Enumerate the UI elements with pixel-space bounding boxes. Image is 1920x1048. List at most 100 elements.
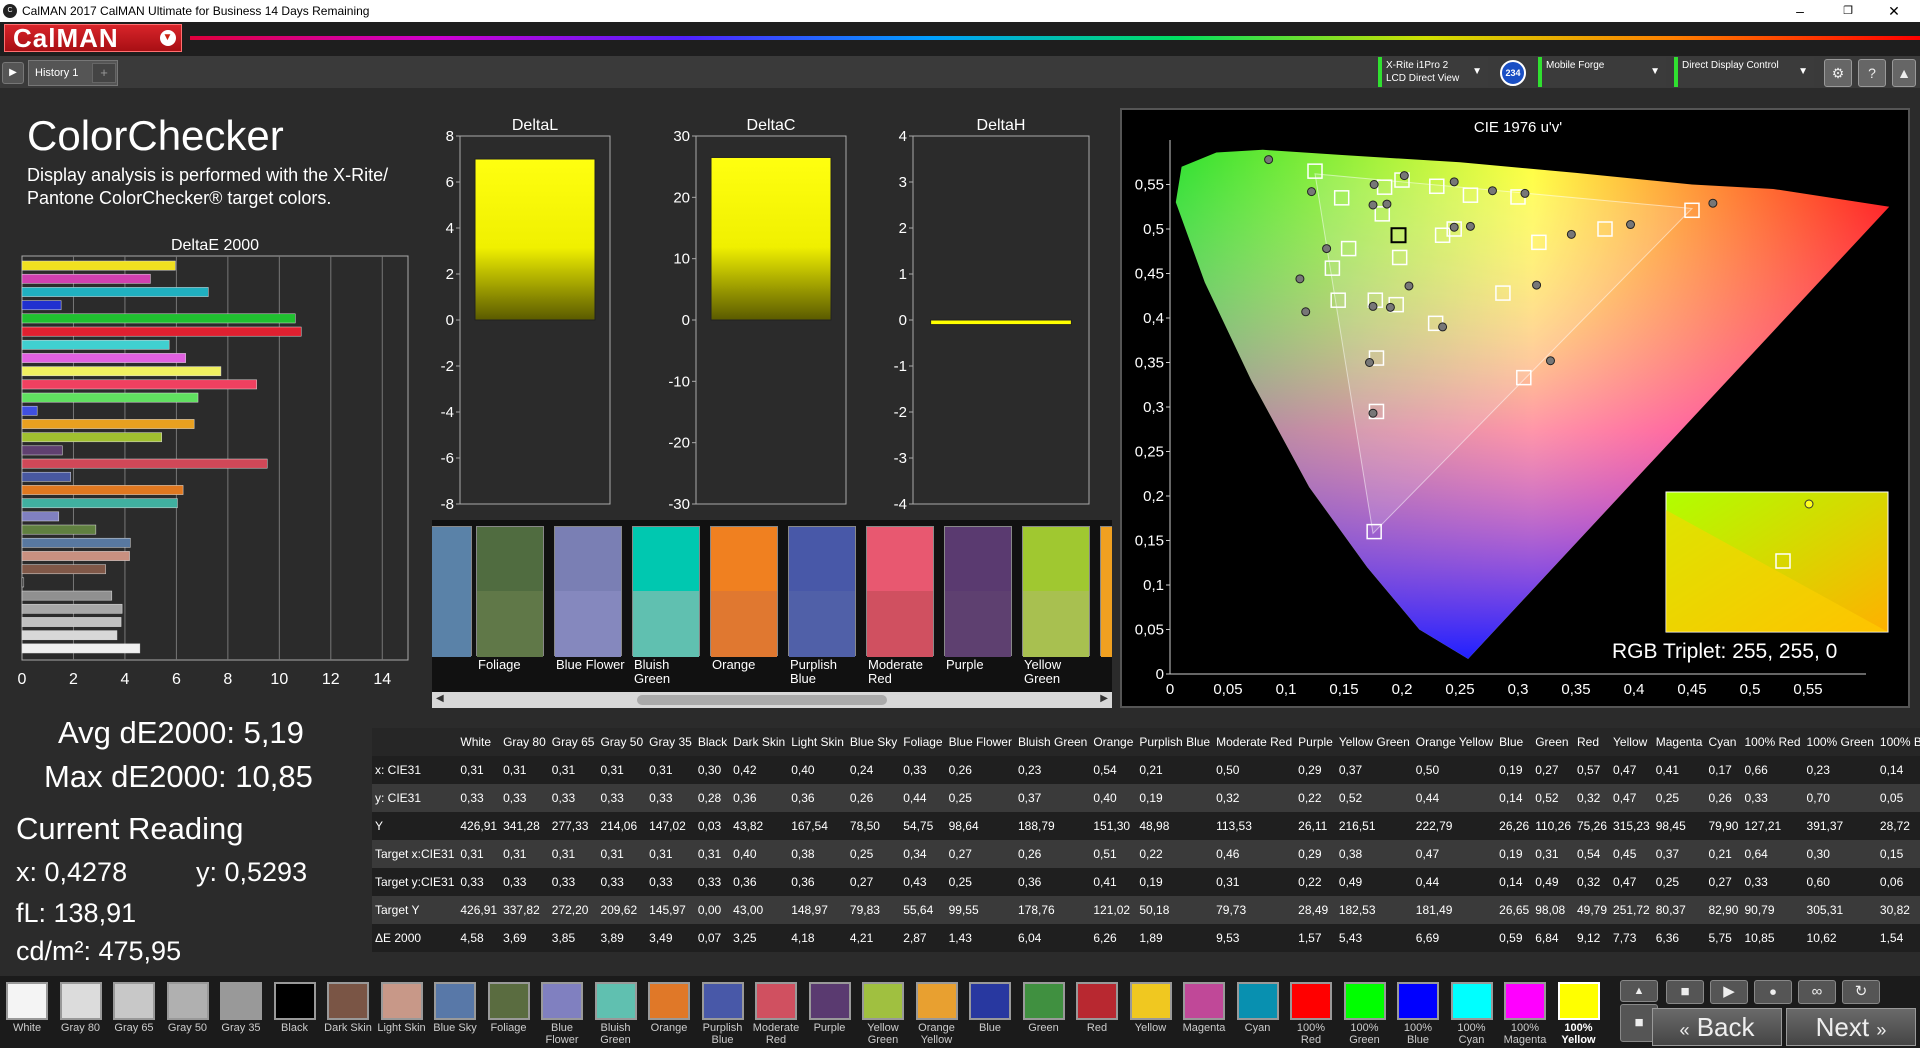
- column-header[interactable]: Cyan: [1705, 728, 1742, 756]
- patch-chip[interactable]: Cyan: [1233, 980, 1283, 1046]
- column-header[interactable]: Orange: [1090, 728, 1137, 756]
- table-cell: 0,26: [1705, 784, 1742, 812]
- patch-chip[interactable]: White: [2, 980, 52, 1046]
- table-cell: 0,52: [1532, 784, 1574, 812]
- table-cell: 0,38: [788, 840, 847, 868]
- play-icon[interactable]: ▶: [1710, 980, 1748, 1004]
- patch-chip[interactable]: Gray 80: [56, 980, 106, 1046]
- loop-icon[interactable]: ∞: [1798, 980, 1836, 1004]
- record-icon[interactable]: ⏺: [1754, 980, 1792, 1004]
- column-header[interactable]: 100% Blue: [1876, 728, 1920, 756]
- patch-chip[interactable]: Magenta: [1179, 980, 1229, 1046]
- column-header[interactable]: Green: [1532, 728, 1574, 756]
- back-button[interactable]: « Back: [1652, 1008, 1782, 1046]
- column-header[interactable]: Dark Skin: [730, 728, 789, 756]
- column-header[interactable]: Purplish Blue: [1136, 728, 1214, 756]
- patch-chip[interactable]: Yellow: [1126, 980, 1176, 1046]
- table-cell: 0,30: [1803, 840, 1877, 868]
- patch-chip[interactable]: Gray 35: [216, 980, 266, 1046]
- column-header[interactable]: Black: [694, 728, 731, 756]
- column-header[interactable]: Yellow Green: [1335, 728, 1413, 756]
- patch-chip[interactable]: Orange Yellow: [912, 980, 962, 1046]
- patch-chip[interactable]: Green: [1019, 980, 1069, 1046]
- table-cell: 3,89: [597, 924, 647, 952]
- delta-tick-label: 1: [899, 266, 907, 283]
- table-row: ΔE 2000 4,58 3,69 3,85 3,89 3,49 0,07 3,25 4,18 4…: [372, 924, 1920, 952]
- table-cell: 272,20: [548, 896, 598, 924]
- patch-chip[interactable]: Black: [270, 980, 320, 1046]
- swatch-scrollbar[interactable]: ◀ ▶: [432, 692, 1112, 708]
- table-cell: 0,33: [457, 784, 501, 812]
- column-header[interactable]: Bluish Green: [1014, 728, 1091, 756]
- patch-chip[interactable]: Blue Flower: [537, 980, 587, 1046]
- column-header[interactable]: 100% Red: [1741, 728, 1804, 756]
- patch-chip[interactable]: 100% Green: [1340, 980, 1390, 1046]
- table-cell: 0,22: [1295, 868, 1336, 896]
- column-header[interactable]: 100% Green: [1803, 728, 1877, 756]
- table-cell: 0,32: [1574, 784, 1611, 812]
- patch-chip[interactable]: Dark Skin: [323, 980, 373, 1046]
- column-header[interactable]: Gray 65: [548, 728, 598, 756]
- column-header[interactable]: Gray 50: [597, 728, 647, 756]
- column-header[interactable]: Blue: [1496, 728, 1533, 756]
- table-cell: 0,15: [1876, 840, 1920, 868]
- column-header[interactable]: Light Skin: [788, 728, 847, 756]
- patch-chip[interactable]: Red: [1072, 980, 1122, 1046]
- deltae-bar: [21, 603, 123, 614]
- table-body: x: CIE31 0,31 0,31 0,31 0,31 0,31 0,30 0,42 0,40…: [372, 756, 1920, 952]
- table-cell: 147,02: [646, 812, 695, 840]
- column-header[interactable]: [372, 728, 458, 756]
- column-header[interactable]: Gray 80: [500, 728, 549, 756]
- column-header[interactable]: Red: [1574, 728, 1611, 756]
- table-cell: 145,97: [646, 896, 695, 924]
- column-header[interactable]: Gray 35: [646, 728, 695, 756]
- patch-chip[interactable]: Foliage: [484, 980, 534, 1046]
- table-row: Target Y 426,91 337,82 272,20 209,62 145,97 0,…: [372, 896, 1920, 924]
- stop-icon[interactable]: ■: [1666, 980, 1704, 1004]
- patch-chip[interactable]: Blue: [965, 980, 1015, 1046]
- patch-chip[interactable]: Blue Sky: [430, 980, 480, 1046]
- patch-chip[interactable]: Light Skin: [377, 980, 427, 1046]
- patch-chip[interactable]: 100% Cyan: [1447, 980, 1497, 1046]
- column-header[interactable]: Purple: [1295, 728, 1336, 756]
- refresh-icon[interactable]: ↻: [1842, 980, 1880, 1004]
- column-header[interactable]: Yellow: [1610, 728, 1653, 756]
- patch-chip[interactable]: Gray 50: [163, 980, 213, 1046]
- deltae-title: DeltaE 2000: [171, 237, 259, 254]
- next-button[interactable]: Next »: [1786, 1008, 1916, 1046]
- patch-chip-label: Light Skin: [377, 1022, 426, 1034]
- delta-title: DeltaC: [747, 117, 796, 134]
- measured-point: [1368, 408, 1378, 418]
- patch-chip[interactable]: 100% Magenta: [1500, 980, 1550, 1046]
- table-cell: 222,79: [1412, 812, 1497, 840]
- column-header[interactable]: Blue Sky: [846, 728, 901, 756]
- scroll-left-icon[interactable]: ◀: [436, 693, 444, 704]
- patch-chip[interactable]: 100% Blue: [1393, 980, 1443, 1046]
- patch-chip[interactable]: 100% Red: [1286, 980, 1336, 1046]
- column-header[interactable]: Magenta: [1652, 728, 1706, 756]
- color-swatch: [1100, 526, 1112, 657]
- column-header[interactable]: Blue Flower: [945, 728, 1015, 756]
- table-cell: 0,32: [1574, 868, 1611, 896]
- patch-chip[interactable]: Purplish Blue: [698, 980, 748, 1046]
- table-cell: 0,54: [1090, 756, 1137, 784]
- scroll-right-icon[interactable]: ▶: [1100, 693, 1108, 704]
- patch-chip[interactable]: Gray 65: [109, 980, 159, 1046]
- column-header[interactable]: Foliage: [900, 728, 946, 756]
- table-cell: 0,25: [846, 840, 901, 868]
- column-header[interactable]: Orange Yellow: [1412, 728, 1497, 756]
- column-header[interactable]: Moderate Red: [1213, 728, 1296, 756]
- table-cell: 305,31: [1803, 896, 1877, 924]
- patch-chip[interactable]: Purple: [805, 980, 855, 1046]
- deltae-bar: [21, 524, 97, 535]
- patch-chip[interactable]: 100% Yellow: [1554, 980, 1604, 1046]
- deltae-bar: [21, 498, 178, 509]
- data-table-wrapper: White Gray 80 Gray 65 Gray 50 Gray 35 Black Da…: [372, 728, 1920, 954]
- patch-chip[interactable]: Moderate Red: [751, 980, 801, 1046]
- patch-chip[interactable]: Bluish Green: [591, 980, 641, 1046]
- patch-chip[interactable]: Orange: [644, 980, 694, 1046]
- column-header[interactable]: White: [457, 728, 501, 756]
- up-arrow-icon[interactable]: ▲: [1620, 980, 1658, 1002]
- patch-chip[interactable]: Yellow Green: [858, 980, 908, 1046]
- scrollbar-thumb[interactable]: [637, 695, 887, 705]
